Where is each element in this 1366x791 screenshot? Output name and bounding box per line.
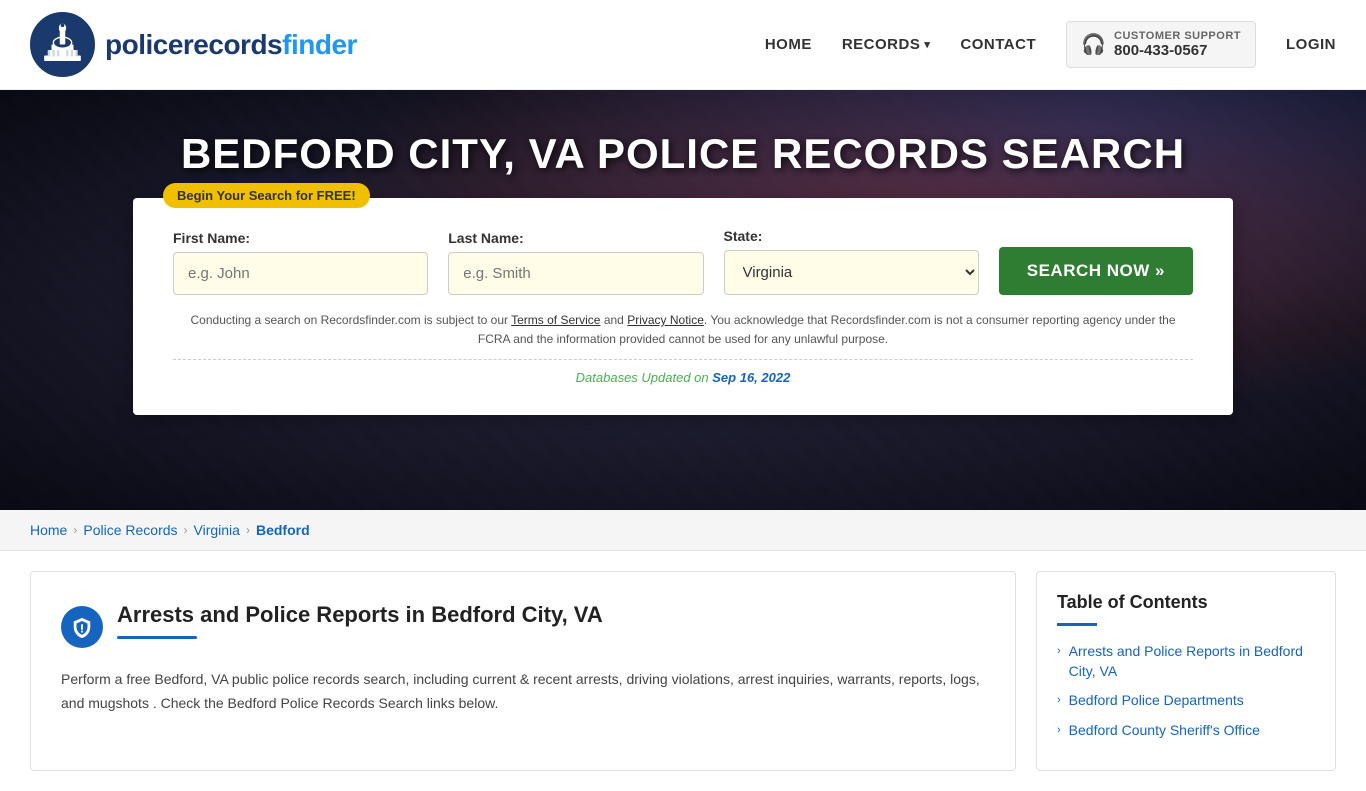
toc-card: Table of Contents ›Arrests and Police Re… (1036, 571, 1336, 771)
first-name-label: First Name: (173, 230, 428, 246)
article-body: Perform a free Bedford, VA public police… (61, 668, 985, 716)
toc-divider (1057, 623, 1097, 626)
support-phone: 800-433-0567 (1114, 42, 1241, 59)
site-header: policerecordsfinder HOME RECORDS ▾ CONTA… (0, 0, 1366, 90)
nav-records-label: RECORDS (842, 36, 921, 53)
logo-area[interactable]: policerecordsfinder (30, 12, 357, 77)
badge-icon (61, 606, 103, 648)
sidebar: Table of Contents ›Arrests and Police Re… (1036, 571, 1336, 771)
first-name-group: First Name: (173, 230, 428, 295)
logo-text: policerecordsfinder (105, 29, 357, 61)
logo-icon (30, 12, 95, 77)
state-group: State: Virginia Alabama Alaska Arizona C… (724, 228, 979, 295)
breadcrumb-sep-2: › (184, 523, 188, 537)
breadcrumb-state[interactable]: Virginia (194, 522, 240, 538)
toc-items: ›Arrests and Police Reports in Bedford C… (1057, 642, 1315, 740)
breadcrumb: Home › Police Records › Virginia › Bedfo… (30, 522, 1336, 538)
tos-link[interactable]: Terms of Service (511, 313, 600, 327)
article-title-block: Arrests and Police Reports in Bedford Ci… (117, 602, 603, 639)
breadcrumb-sep-3: › (246, 523, 250, 537)
content-area: Arrests and Police Reports in Bedford Ci… (0, 551, 1366, 791)
breadcrumb-sep-1: › (73, 523, 77, 537)
state-select[interactable]: Virginia Alabama Alaska Arizona Californ… (724, 250, 979, 295)
privacy-link[interactable]: Privacy Notice (627, 313, 704, 327)
main-content: Arrests and Police Reports in Bedford Ci… (30, 571, 1016, 771)
title-underline (117, 636, 197, 639)
toc-item[interactable]: ›Arrests and Police Reports in Bedford C… (1057, 642, 1315, 681)
breadcrumb-current: Bedford (256, 522, 310, 538)
support-info: CUSTOMER SUPPORT 800-433-0567 (1114, 30, 1241, 59)
search-form-row: First Name: Last Name: State: Virginia A… (173, 228, 1193, 295)
breadcrumb-home[interactable]: Home (30, 522, 67, 538)
breadcrumb-bar: Home › Police Records › Virginia › Bedfo… (0, 510, 1366, 551)
main-nav: HOME RECORDS ▾ CONTACT 🎧 CUSTOMER SUPPOR… (765, 21, 1336, 68)
shield-badge-icon (71, 616, 93, 638)
breadcrumb-police-records[interactable]: Police Records (83, 522, 177, 538)
toc-item[interactable]: ›Bedford Police Departments (1057, 691, 1315, 711)
hero-section: BEDFORD CITY, VA POLICE RECORDS SEARCH B… (0, 90, 1366, 510)
search-button[interactable]: SEARCH NOW » (999, 247, 1193, 295)
last-name-group: Last Name: (448, 230, 703, 295)
last-name-label: Last Name: (448, 230, 703, 246)
search-card: Begin Your Search for FREE! First Name: … (133, 198, 1233, 415)
nav-records[interactable]: RECORDS ▾ (842, 36, 931, 53)
first-name-input[interactable] (173, 252, 428, 295)
chevron-down-icon: ▾ (924, 38, 930, 51)
headset-icon: 🎧 (1081, 32, 1106, 57)
logo-finder-text: finder (282, 29, 357, 60)
article-header: Arrests and Police Reports in Bedford Ci… (61, 602, 985, 648)
last-name-input[interactable] (448, 252, 703, 295)
article-title: Arrests and Police Reports in Bedford Ci… (117, 602, 603, 628)
state-label: State: (724, 228, 979, 244)
nav-login[interactable]: LOGIN (1286, 36, 1336, 53)
disclaimer-text: Conducting a search on Recordsfinder.com… (173, 311, 1193, 349)
hero-title: BEDFORD CITY, VA POLICE RECORDS SEARCH (181, 130, 1185, 178)
toc-chevron-icon: › (1057, 644, 1061, 659)
toc-chevron-icon: › (1057, 723, 1061, 738)
support-label: CUSTOMER SUPPORT (1114, 30, 1241, 42)
db-updated: Databases Updated on Sep 16, 2022 (173, 359, 1193, 385)
logo-police-text: policerecords (105, 29, 282, 60)
toc-item[interactable]: ›Bedford County Sheriff's Office (1057, 721, 1315, 741)
free-badge: Begin Your Search for FREE! (163, 183, 370, 208)
toc-chevron-icon: › (1057, 693, 1061, 708)
nav-home[interactable]: HOME (765, 36, 812, 53)
nav-contact[interactable]: CONTACT (960, 36, 1036, 53)
customer-support-box[interactable]: 🎧 CUSTOMER SUPPORT 800-433-0567 (1066, 21, 1256, 68)
toc-title: Table of Contents (1057, 592, 1315, 613)
